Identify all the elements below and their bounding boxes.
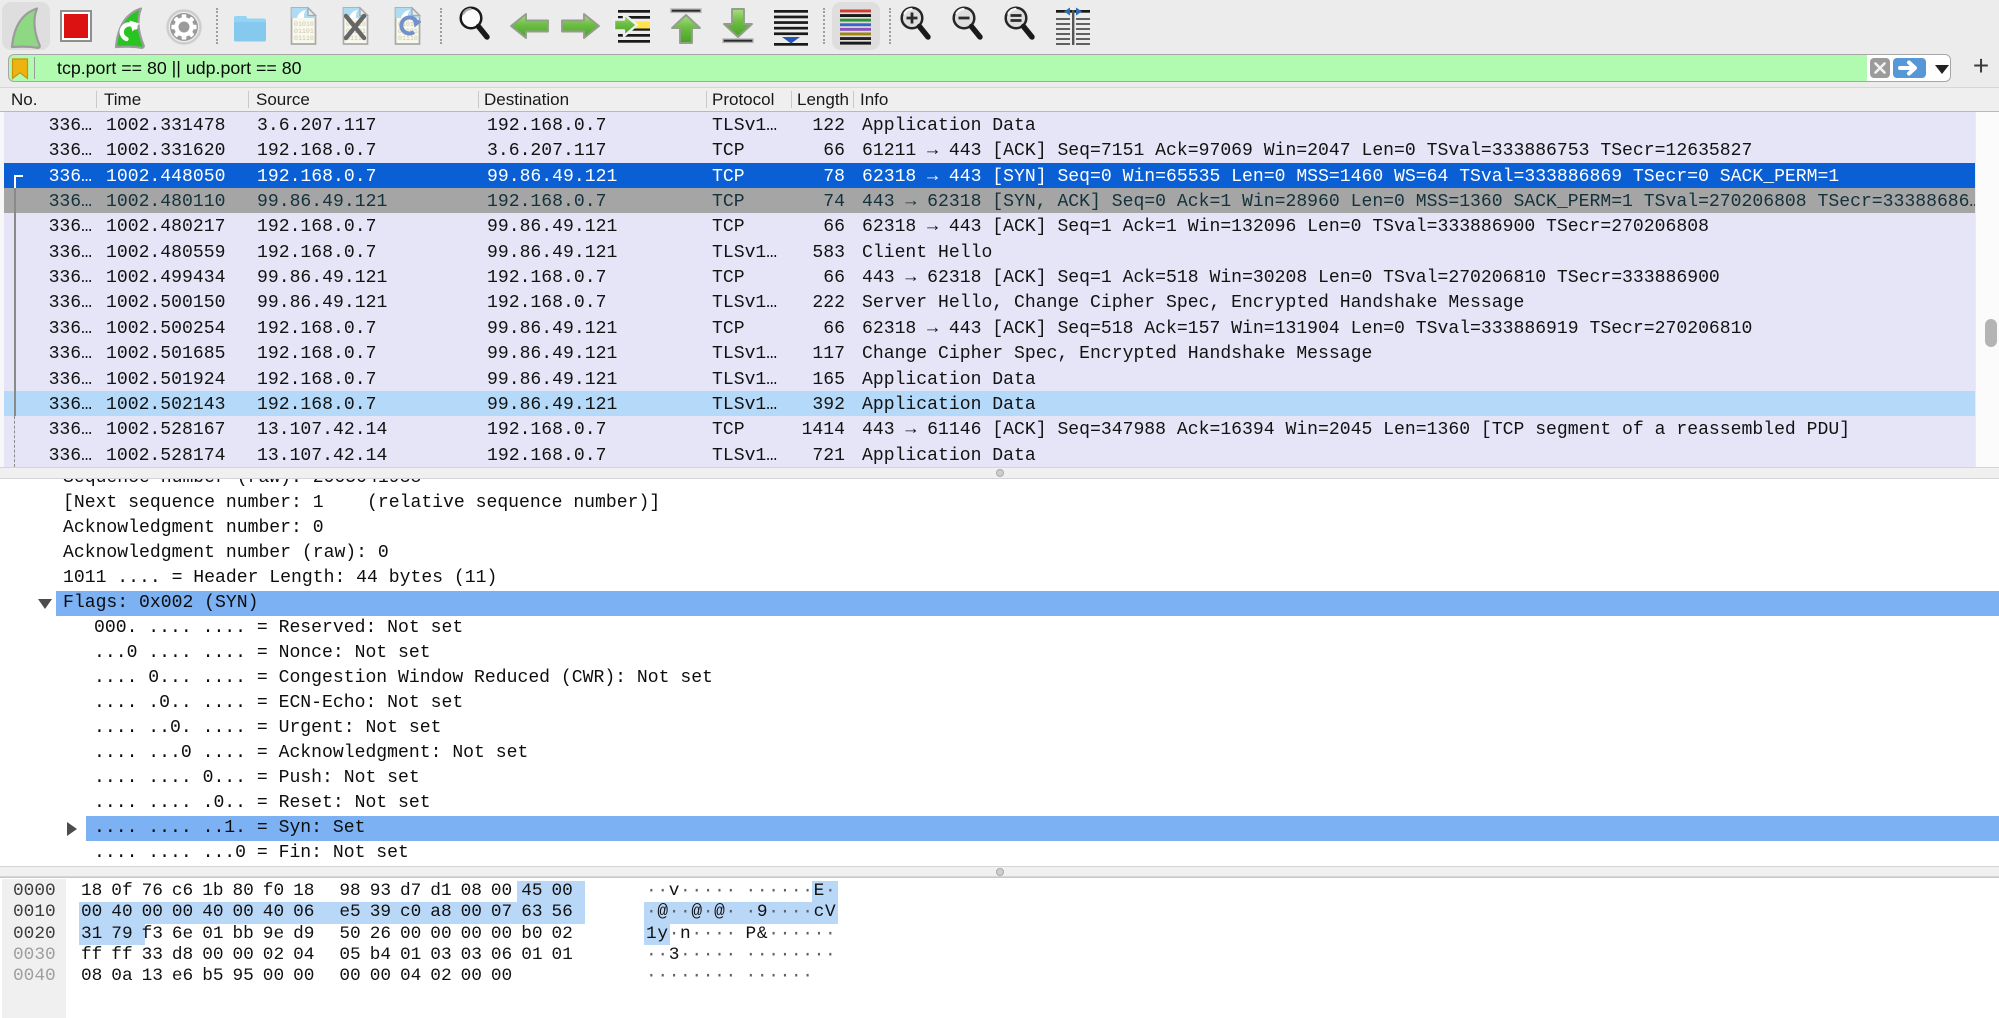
svg-text:01101: 01101 <box>294 28 314 35</box>
svg-text:01110: 01110 <box>294 35 314 42</box>
svg-text:01110: 01110 <box>398 35 418 42</box>
svg-text:01010: 01010 <box>294 21 314 28</box>
